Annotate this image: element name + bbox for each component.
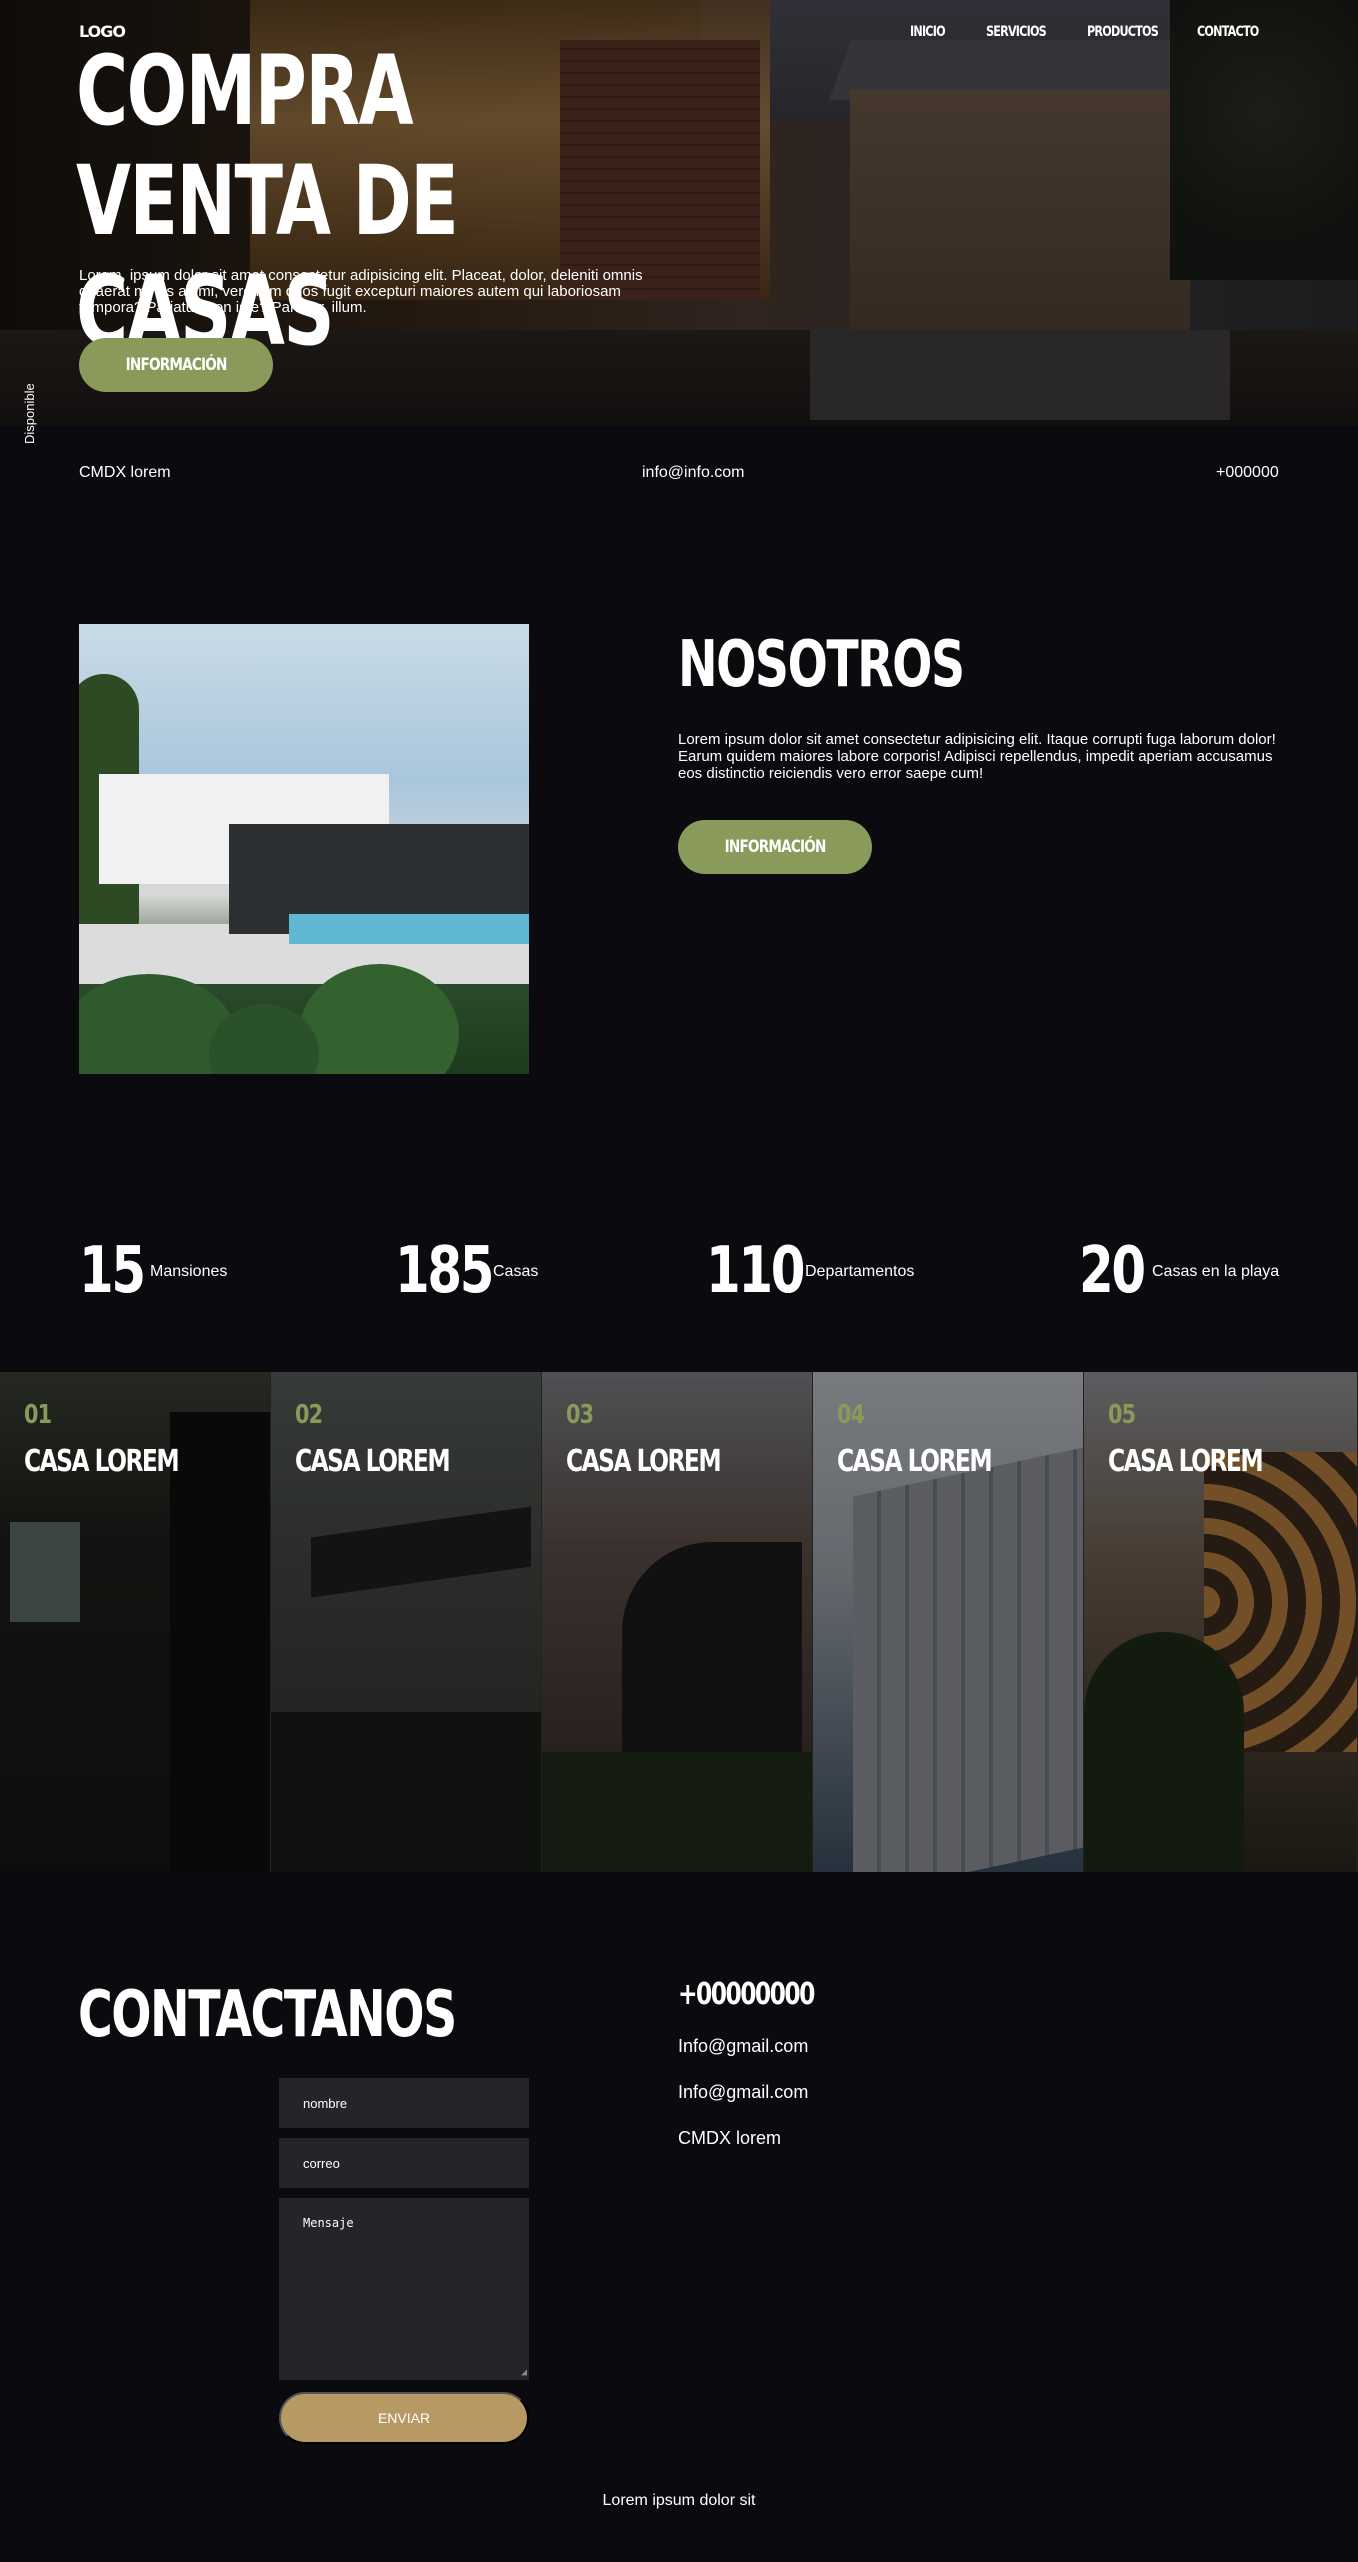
card-number: 02 xyxy=(295,1400,323,1430)
about-description: Lorem ipsum dolor sit amet consectetur a… xyxy=(678,731,1276,782)
card-number: 03 xyxy=(566,1400,594,1430)
nav-contacto[interactable]: CONTACTO xyxy=(1197,24,1259,40)
property-gallery: 01 CASA LOREM 02 CASA LOREM 03 CASA LORE… xyxy=(0,1372,1358,1872)
contact-title: CONTACTANOS xyxy=(78,1978,457,2052)
about-info-button[interactable]: INFORMACIÓN xyxy=(678,820,872,874)
stat-mansiones: 15 Mansiones xyxy=(79,1234,227,1308)
availability-label: Disponible xyxy=(22,383,37,444)
info-email[interactable]: info@info.com xyxy=(642,464,745,482)
nav-inicio[interactable]: INICIO xyxy=(910,24,946,40)
send-button-label: ENVIAR xyxy=(377,2410,431,2426)
property-card[interactable]: 02 CASA LOREM xyxy=(271,1372,542,1872)
footer-text: Lorem ipsum dolor sit xyxy=(602,2492,756,2509)
property-card[interactable]: 03 CASA LOREM xyxy=(542,1372,813,1872)
property-card[interactable]: 05 CASA LOREM xyxy=(1084,1372,1358,1872)
stat-label: Casas xyxy=(493,1263,539,1280)
name-field[interactable]: nombre xyxy=(279,2078,529,2128)
resize-handle-icon[interactable]: ◢ xyxy=(521,2367,527,2378)
message-textarea[interactable]: Mensaje ◢ xyxy=(279,2198,529,2380)
send-button[interactable]: ENVIAR xyxy=(279,2392,529,2444)
about-title: NOSOTROS xyxy=(678,628,965,702)
hero-description: Lorem, ipsum dolor sit amet consectetur … xyxy=(79,267,643,316)
card-title: CASA LOREM xyxy=(295,1444,451,1479)
about-image xyxy=(79,624,529,1074)
nav-servicios[interactable]: SERVICIOS xyxy=(986,24,1047,40)
card-number: 04 xyxy=(837,1400,865,1430)
info-address: CMDX lorem xyxy=(79,464,171,481)
stat-label: Departamentos xyxy=(805,1263,915,1280)
hero-title: COMPRA VENTA DE CASAS xyxy=(76,35,459,367)
contact-email-1[interactable]: Info@gmail.com xyxy=(678,2036,808,2057)
card-title: CASA LOREM xyxy=(1108,1444,1264,1479)
stat-number: 15 xyxy=(79,1234,146,1308)
stat-number: 185 xyxy=(395,1234,495,1308)
contact-phone[interactable]: +00000000 xyxy=(678,1977,815,2012)
email-field-placeholder: correo xyxy=(303,2155,340,2171)
card-title: CASA LOREM xyxy=(24,1444,180,1479)
info-phone[interactable]: +000000 xyxy=(1216,464,1279,482)
email-field[interactable]: correo xyxy=(279,2138,529,2188)
stat-casas-playa: 20 Casas en la playa xyxy=(1079,1234,1279,1308)
stat-label: Casas en la playa xyxy=(1152,1263,1280,1280)
property-card[interactable]: 01 CASA LOREM xyxy=(0,1372,271,1872)
card-title: CASA LOREM xyxy=(566,1444,722,1479)
name-field-placeholder: nombre xyxy=(303,2095,348,2111)
card-number: 05 xyxy=(1108,1400,1136,1430)
card-number: 01 xyxy=(24,1400,52,1430)
message-textarea-placeholder: Mensaje xyxy=(303,2216,354,2230)
nav-productos[interactable]: PRODUCTOS xyxy=(1087,24,1159,40)
contact-address: CMDX lorem xyxy=(678,2128,782,2148)
property-card[interactable]: 04 CASA LOREM xyxy=(813,1372,1084,1872)
about-image-pool xyxy=(289,914,529,944)
stat-casas: 185 Casas xyxy=(395,1234,538,1308)
stat-number: 110 xyxy=(706,1234,806,1308)
contact-email-2[interactable]: Info@gmail.com xyxy=(678,2082,808,2103)
stat-departamentos: 110 Departamentos xyxy=(706,1234,914,1308)
stat-number: 20 xyxy=(1079,1234,1146,1308)
card-title: CASA LOREM xyxy=(837,1444,993,1479)
hero-info-button[interactable]: INFORMACIÓN xyxy=(79,338,273,392)
about-info-button-label: INFORMACIÓN xyxy=(724,837,826,857)
stat-label: Mansiones xyxy=(150,1263,228,1280)
hero-info-button-label: INFORMACIÓN xyxy=(125,355,227,375)
